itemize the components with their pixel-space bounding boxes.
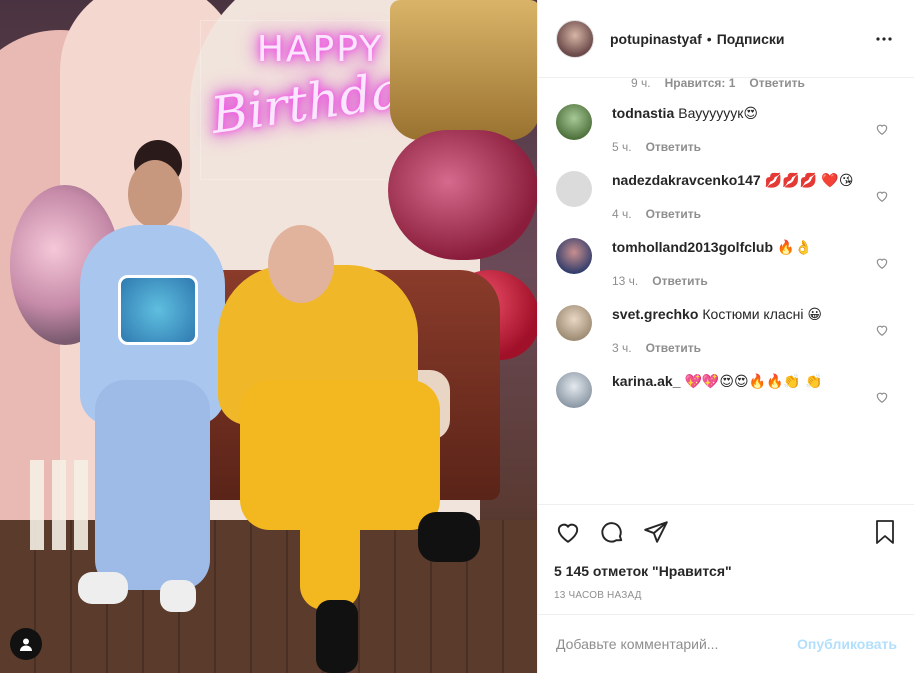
tagged-user-icon[interactable] — [10, 628, 42, 660]
comment-meta: 5 ч. Ответить — [612, 138, 862, 157]
separator-dot: • — [706, 30, 712, 47]
publish-button[interactable]: Опубликовать — [797, 636, 897, 652]
commenter-avatar[interactable] — [556, 171, 592, 207]
post-header: potupinastyaf • Подписки — [538, 0, 914, 78]
crown-balloon — [390, 0, 537, 140]
comment-body: svet.grechko Костюми класні 😀 3 ч. Ответи… — [612, 305, 862, 358]
post-photo[interactable]: HAPPY Birthday — [0, 0, 537, 673]
comment-text: Костюми класні — [702, 306, 804, 322]
comment-likes-count[interactable]: Нравится: 1 — [665, 78, 736, 90]
user-icon — [20, 638, 32, 651]
comment-body: nadezdakravcenko147 💋💋💋 ❤️😘 4 ч. Ответить — [612, 171, 862, 224]
commenter-avatar[interactable] — [556, 305, 592, 341]
likes-count[interactable]: 5 145 отметок "Нравится" — [554, 563, 899, 579]
comment-meta: 4 ч. Ответить — [612, 205, 862, 224]
comment-item: svet.grechko Костюми класні 😀 3 ч. Ответи… — [556, 291, 897, 358]
reply-button[interactable]: Ответить — [646, 205, 701, 224]
commenter-username[interactable]: todnastia — [612, 105, 674, 121]
commenter-avatar[interactable] — [556, 104, 592, 140]
man-leg — [300, 480, 360, 610]
comment-item: todnastia Вауууууук😍 5 ч. Ответить — [556, 90, 897, 157]
comment-emoji: 😍 — [743, 106, 758, 122]
comment-meta: 13 ч. Ответить — [612, 272, 862, 291]
comment-like-heart-icon[interactable] — [875, 390, 889, 404]
add-comment-bar: Опубликовать — [538, 614, 914, 673]
post-side-panel: potupinastyaf • Подписки 9 ч. Нравится: … — [537, 0, 914, 673]
reply-button[interactable]: Ответить — [646, 138, 701, 157]
author-avatar[interactable] — [556, 19, 594, 58]
man-head — [268, 225, 334, 303]
action-icons-row — [554, 517, 899, 547]
comment-body: tomholland2013golfclub 🔥👌 13 ч. Ответить — [612, 238, 862, 291]
lips-balloon — [388, 130, 537, 260]
bookmark-icon[interactable] — [871, 518, 899, 546]
comment-icon[interactable] — [598, 518, 626, 546]
comment-time: 4 ч. — [612, 207, 632, 221]
commenter-username[interactable]: tomholland2013golfclub — [612, 239, 773, 255]
comment-like-heart-icon[interactable] — [875, 189, 889, 203]
shoe — [418, 512, 480, 562]
comments-list[interactable]: 9 ч. Нравится: 1 Ответить todnastia Ваууу… — [538, 78, 914, 504]
comment-like-heart-icon[interactable] — [875, 323, 889, 337]
commenter-avatar[interactable] — [556, 372, 592, 408]
reply-button[interactable]: Ответить — [646, 339, 701, 358]
paper-plane-icon[interactable] — [642, 518, 670, 546]
shoe — [316, 600, 358, 673]
reply-button[interactable]: Ответить — [652, 272, 707, 291]
heart-icon[interactable] — [554, 518, 582, 546]
comment-like-heart-icon[interactable] — [875, 256, 889, 270]
hoodie-print — [118, 275, 198, 345]
commenter-avatar[interactable] — [556, 238, 592, 274]
comment-time: 9 ч. — [631, 78, 651, 90]
comment-meta: 3 ч. Ответить — [612, 339, 862, 358]
candles — [30, 460, 100, 550]
comment-item: nadezdakravcenko147 💋💋💋 ❤️😘 4 ч. Ответить — [556, 157, 897, 224]
comment-emoji: 💖💖😍😍🔥🔥👏 👏 — [684, 374, 823, 390]
comment-input[interactable] — [556, 636, 798, 652]
woman-head — [128, 160, 182, 228]
woman-pants — [95, 380, 210, 590]
more-options-icon[interactable] — [872, 27, 896, 51]
sneaker — [160, 580, 196, 612]
commenter-username[interactable]: nadezdakravcenko147 — [612, 172, 761, 188]
comment-body: karina.ak_ 💖💖😍😍🔥🔥👏 👏 — [612, 372, 862, 408]
commenter-username[interactable]: karina.ak_ — [612, 373, 681, 389]
comment-time: 5 ч. — [612, 140, 632, 154]
comment-emoji: 😀 — [807, 307, 822, 323]
sneaker — [78, 572, 128, 604]
comment-item: tomholland2013golfclub 🔥👌 13 ч. Ответить — [556, 224, 897, 291]
comment-text: Вауууууук — [678, 105, 744, 121]
comment-like-heart-icon[interactable] — [875, 122, 889, 136]
post-timestamp[interactable]: 13 ЧАСОВ НАЗАД — [554, 590, 899, 601]
comment-body: todnastia Вауууууук😍 5 ч. Ответить — [612, 104, 862, 157]
instagram-post: HAPPY Birthday potupinastyaf • Подписки … — [0, 0, 914, 673]
reply-button[interactable]: Ответить — [749, 78, 804, 90]
comment-item: karina.ak_ 💖💖😍😍🔥🔥👏 👏 — [556, 358, 897, 408]
comment-time: 13 ч. — [612, 274, 639, 288]
comment-emoji: 💋💋💋 ❤️😘 — [764, 173, 854, 189]
comment-emoji: 🔥👌 — [777, 240, 812, 256]
commenter-username[interactable]: svet.grechko — [612, 306, 698, 322]
author-username[interactable]: potupinastyaf — [610, 31, 702, 47]
following-button[interactable]: Подписки — [717, 31, 785, 47]
comment-time: 3 ч. — [612, 341, 632, 355]
comment-meta: 9 ч. Нравится: 1 Ответить — [631, 78, 897, 90]
post-actions: 5 145 отметок "Нравится" 13 ЧАСОВ НАЗАД — [538, 504, 914, 601]
